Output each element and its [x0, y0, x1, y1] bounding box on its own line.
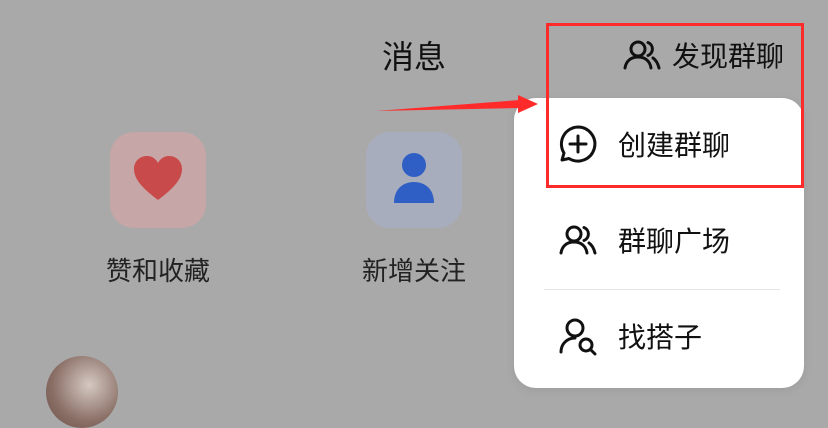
person-search-icon: [558, 316, 598, 360]
follow-tile: [366, 132, 462, 228]
shortcut-likes-favorites[interactable]: 赞和收藏: [78, 132, 238, 288]
annotation-highlight-box: [546, 23, 804, 188]
likes-tile: [110, 132, 206, 228]
person-icon: [392, 151, 436, 209]
menu-item-group-plaza[interactable]: 群聊广场: [558, 220, 730, 264]
heart-icon: [132, 154, 184, 206]
menu-item-label: 群聊广场: [618, 225, 731, 258]
menu-divider: [544, 289, 780, 290]
avatar[interactable]: [46, 356, 118, 428]
shortcut-label: 赞和收藏: [105, 257, 210, 287]
shortcut-new-followers[interactable]: 新增关注: [334, 132, 494, 288]
menu-item-label: 找搭子: [618, 321, 703, 354]
page-title: 消息: [381, 38, 446, 76]
group-icon: [558, 220, 598, 264]
shortcut-label: 新增关注: [361, 257, 466, 287]
menu-item-find-partner[interactable]: 找搭子: [558, 316, 702, 360]
